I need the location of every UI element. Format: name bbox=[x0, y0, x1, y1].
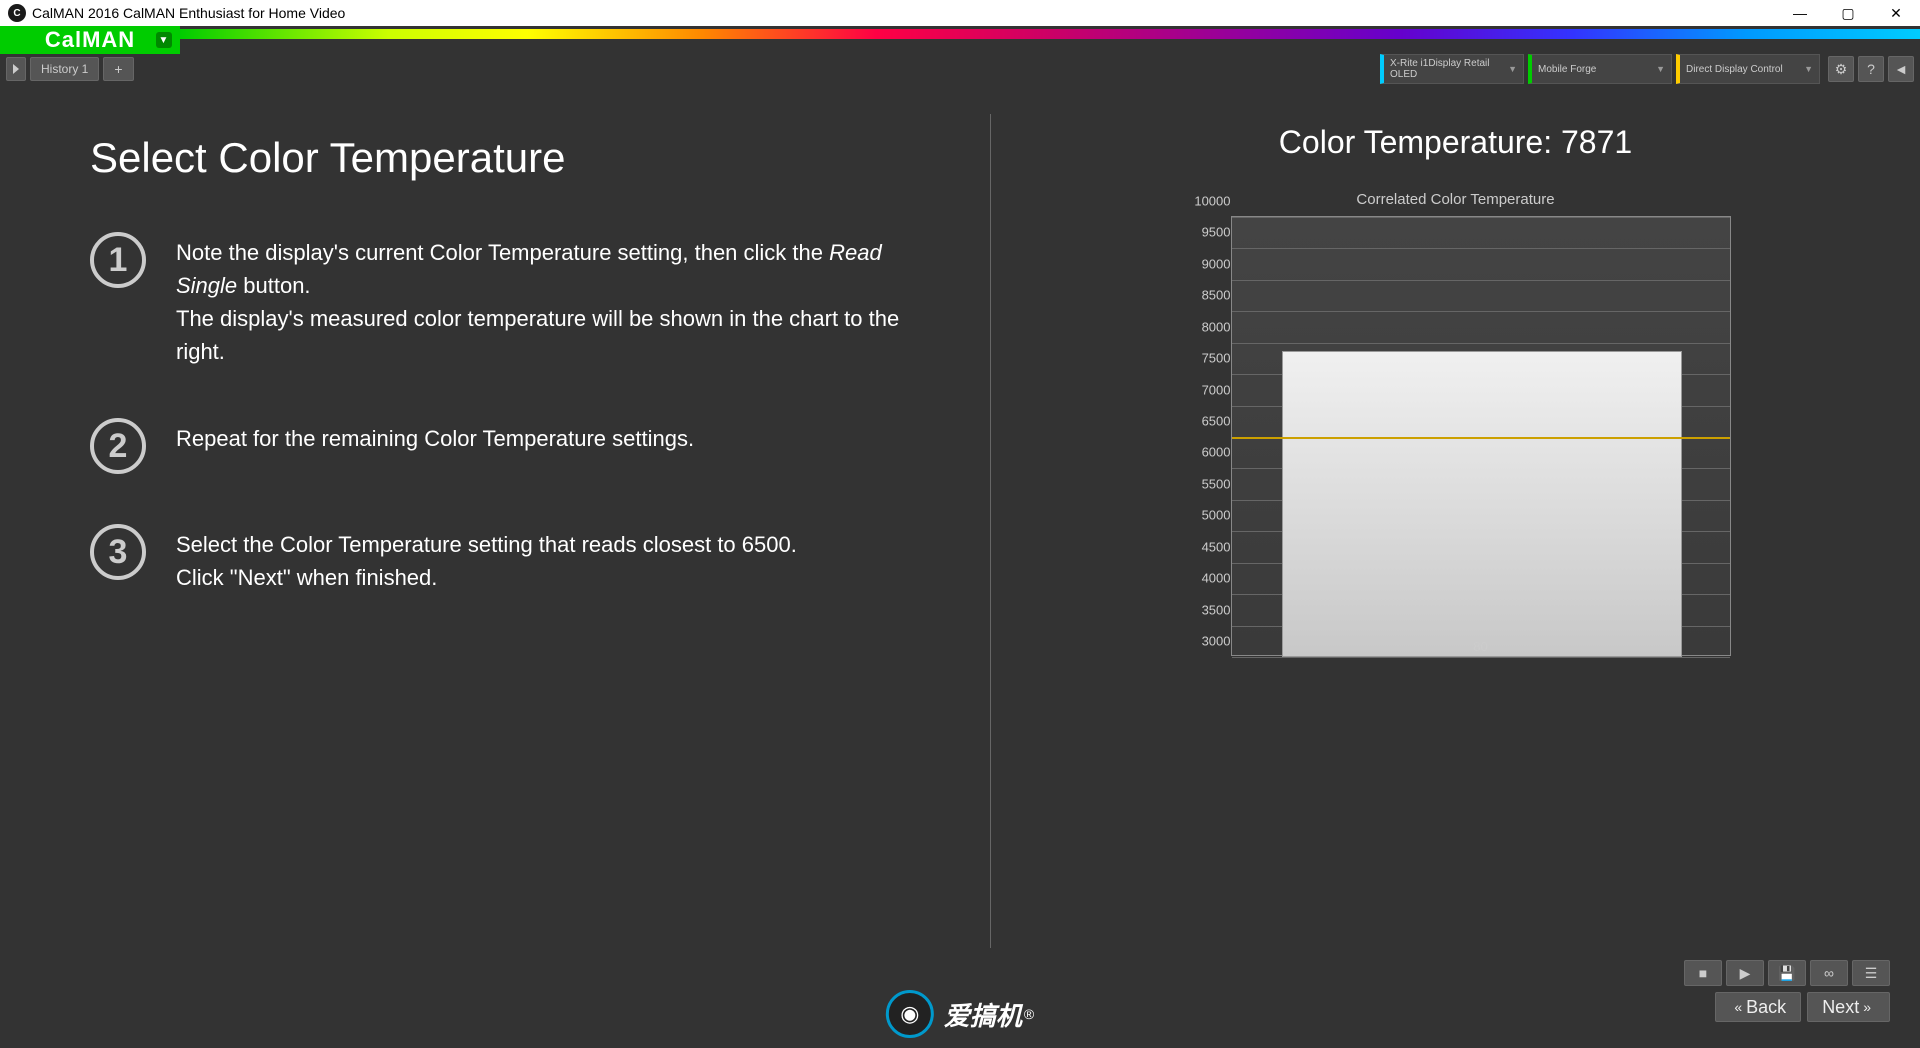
logo-text: CalMAN bbox=[45, 27, 135, 53]
source-device-dropdown[interactable]: Mobile Forge ▼ bbox=[1528, 54, 1672, 84]
settings-button[interactable]: ⚙ bbox=[1828, 56, 1854, 82]
playback-controls: ■ ▶ 💾 ∞ ☰ bbox=[1680, 960, 1890, 986]
watermark: ◉ 爱搞机 ® bbox=[886, 990, 1034, 1038]
y-tick-label: 9500 bbox=[1181, 225, 1231, 240]
play-icon: ▶ bbox=[1740, 965, 1751, 982]
app-icon: C bbox=[8, 4, 26, 22]
spectrum-bar bbox=[180, 29, 1920, 39]
sliders-icon: ☰ bbox=[1865, 965, 1878, 982]
save-icon: 💾 bbox=[1778, 965, 1795, 982]
display-device-dropdown[interactable]: Direct Display Control ▼ bbox=[1676, 54, 1820, 84]
gridline bbox=[1232, 311, 1730, 312]
options-button[interactable]: ☰ bbox=[1852, 960, 1890, 986]
step-2: 2 Repeat for the remaining Color Tempera… bbox=[90, 418, 930, 474]
y-tick-label: 6500 bbox=[1181, 414, 1231, 429]
chevron-down-icon: ▼ bbox=[1804, 64, 1813, 74]
watermark-text: 爱搞机 bbox=[944, 996, 1022, 1033]
step-1-text: Note the display's current Color Tempera… bbox=[176, 232, 930, 368]
watermark-icon: ◉ bbox=[886, 990, 934, 1038]
gridline bbox=[1232, 280, 1730, 281]
gridline bbox=[1232, 343, 1730, 344]
window-titlebar: C CalMAN 2016 CalMAN Enthusiast for Home… bbox=[0, 0, 1920, 26]
history-tab-label: History 1 bbox=[41, 62, 88, 76]
read-continuous-button[interactable]: ∞ bbox=[1810, 960, 1848, 986]
collapse-panel-button[interactable]: ◄ bbox=[1888, 56, 1914, 82]
add-tab-button[interactable]: + bbox=[103, 57, 133, 81]
chart-panel: Color Temperature: 7871 Correlated Color… bbox=[991, 84, 1920, 978]
app-logo[interactable]: CalMAN ▼ bbox=[0, 26, 180, 54]
color-temperature-readout: Color Temperature: 7871 bbox=[1051, 124, 1860, 161]
step-number-3: 3 bbox=[90, 524, 146, 580]
help-button[interactable]: ? bbox=[1858, 56, 1884, 82]
close-button[interactable]: ✕ bbox=[1872, 0, 1920, 26]
gridline bbox=[1232, 248, 1730, 249]
cct-bar bbox=[1282, 351, 1682, 657]
y-tick-label: 6000 bbox=[1181, 445, 1231, 460]
step-3-text: Select the Color Temperature setting tha… bbox=[176, 524, 797, 594]
chevron-down-icon: ▼ bbox=[1656, 64, 1665, 74]
minimize-button[interactable]: ― bbox=[1776, 0, 1824, 26]
y-tick-label: 7000 bbox=[1181, 382, 1231, 397]
chevron-down-icon: ▼ bbox=[1508, 64, 1517, 74]
loop-icon: ∞ bbox=[1824, 965, 1834, 981]
stop-icon: ■ bbox=[1699, 965, 1707, 981]
history-tab[interactable]: History 1 bbox=[30, 57, 99, 81]
y-tick-label: 10000 bbox=[1181, 194, 1231, 209]
y-tick-label: 7500 bbox=[1181, 351, 1231, 366]
gear-icon: ⚙ bbox=[1835, 61, 1848, 78]
y-tick-label: 5000 bbox=[1181, 508, 1231, 523]
y-tick-label: 4500 bbox=[1181, 539, 1231, 554]
read-single-button[interactable]: ▶ bbox=[1726, 960, 1764, 986]
next-label: Next bbox=[1822, 997, 1859, 1018]
chart-plot-area bbox=[1231, 216, 1731, 656]
tab-toolbar: History 1 + X-Rite i1Display Retail OLED… bbox=[0, 54, 1920, 84]
cct-chart: Correlated Color Temperature 3000 3500 400… bbox=[1171, 191, 1741, 711]
step-3: 3 Select the Color Temperature setting t… bbox=[90, 524, 930, 594]
chevron-double-right-icon: » bbox=[1863, 999, 1871, 1015]
next-button[interactable]: Next» bbox=[1807, 992, 1890, 1022]
logo-bar: CalMAN ▼ bbox=[0, 26, 1920, 54]
stop-button[interactable]: ■ bbox=[1684, 960, 1722, 986]
reference-line-6500 bbox=[1232, 437, 1730, 439]
y-tick-label: 3500 bbox=[1181, 602, 1231, 617]
y-tick-label: 4000 bbox=[1181, 571, 1231, 586]
save-button[interactable]: 💾 bbox=[1768, 960, 1806, 986]
step-number-1: 1 bbox=[90, 232, 146, 288]
x-tick-label: 80 bbox=[1473, 639, 1487, 654]
step-number-2: 2 bbox=[90, 418, 146, 474]
y-tick-label: 9000 bbox=[1181, 256, 1231, 271]
gridline bbox=[1232, 217, 1730, 218]
chevron-double-left-icon: « bbox=[1734, 999, 1742, 1015]
chart-title: Correlated Color Temperature bbox=[1171, 191, 1741, 208]
play-menu-button[interactable] bbox=[6, 57, 26, 81]
back-label: Back bbox=[1746, 997, 1786, 1018]
back-button[interactable]: «Back bbox=[1715, 992, 1801, 1022]
step-2-text: Repeat for the remaining Color Temperatu… bbox=[176, 418, 694, 455]
main-content: Select Color Temperature 1 Note the disp… bbox=[0, 84, 1920, 978]
meter-device-label: X-Rite i1Display Retail OLED bbox=[1390, 58, 1517, 80]
source-device-label: Mobile Forge bbox=[1538, 64, 1596, 75]
meter-device-dropdown[interactable]: X-Rite i1Display Retail OLED ▼ bbox=[1380, 54, 1524, 84]
step-1: 1 Note the display's current Color Tempe… bbox=[90, 232, 930, 368]
y-tick-label: 8500 bbox=[1181, 288, 1231, 303]
maximize-button[interactable]: ▢ bbox=[1824, 0, 1872, 26]
gridline bbox=[1232, 657, 1730, 658]
chevron-left-icon: ◄ bbox=[1894, 61, 1908, 77]
y-tick-label: 5500 bbox=[1181, 476, 1231, 491]
play-icon bbox=[13, 64, 19, 74]
window-title: CalMAN 2016 CalMAN Enthusiast for Home V… bbox=[32, 5, 345, 21]
logo-dropdown-icon[interactable]: ▼ bbox=[156, 32, 172, 48]
page-title: Select Color Temperature bbox=[90, 134, 930, 182]
instructions-panel: Select Color Temperature 1 Note the disp… bbox=[0, 84, 990, 978]
y-tick-label: 3000 bbox=[1181, 634, 1231, 649]
y-tick-label: 8000 bbox=[1181, 319, 1231, 334]
display-device-label: Direct Display Control bbox=[1686, 64, 1783, 75]
help-icon: ? bbox=[1867, 61, 1875, 77]
wizard-nav: «Back Next» bbox=[1709, 992, 1890, 1022]
